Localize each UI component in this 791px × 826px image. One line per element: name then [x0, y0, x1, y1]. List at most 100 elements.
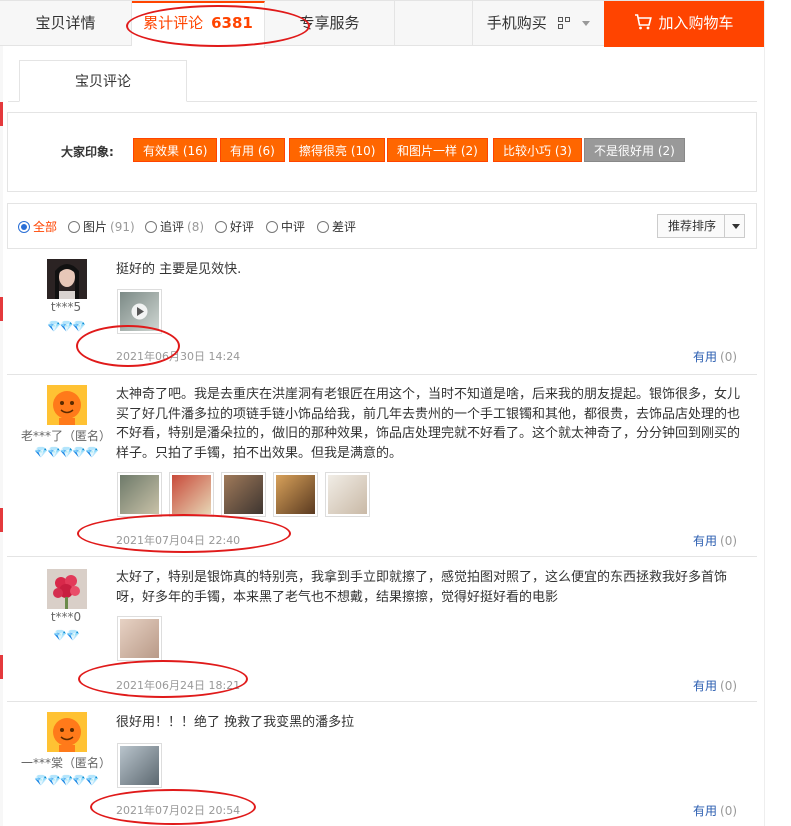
- filter-pics-count: (91): [110, 220, 135, 234]
- filter-append-count: (8): [187, 220, 205, 234]
- review-date: 2021年06月30日 14:24: [116, 350, 241, 363]
- useful-label: 有用: [693, 350, 718, 364]
- radio-icon: [68, 221, 80, 233]
- review-photos: [117, 743, 169, 792]
- review-item: t***0 💎💎 太好了，特别是银饰真的特别亮，我拿到手立即就擦了，感觉拍图对照…: [7, 557, 757, 702]
- tab-item-details[interactable]: 宝贝详情: [0, 1, 132, 46]
- filter-pics-radio[interactable]: 图片 (91): [68, 218, 135, 235]
- filter-mid-radio[interactable]: 中评: [266, 218, 305, 235]
- add-to-cart-label: 加入购物车: [658, 14, 734, 32]
- impression-tag[interactable]: 比较小巧 (3): [493, 138, 582, 162]
- radio-icon: [317, 221, 329, 233]
- default-avatar-icon: [47, 385, 87, 425]
- qr-code-icon: [557, 17, 570, 29]
- page-right-margin: [764, 0, 791, 826]
- useful-label: 有用: [693, 534, 718, 548]
- review-text: 太神奇了吧。我是去重庆在洪崖洞有老银匠在用这个，当时不知道是啥，后来我的朋友提起…: [116, 387, 741, 461]
- useful-count: (0): [720, 679, 738, 693]
- reviewer-nickname: t***0: [50, 610, 82, 624]
- review-photo-thumbnail[interactable]: [273, 472, 318, 517]
- review-photos: [117, 616, 169, 665]
- filter-bad-radio[interactable]: 差评: [317, 218, 356, 235]
- impressions-panel: 大家印象: 有效果 (16) 有用 (6) 擦得很亮 (10) 和图片一样 (2…: [7, 112, 757, 192]
- filter-append-radio[interactable]: 追评 (8): [145, 218, 204, 235]
- impressions-label: 大家印象:: [61, 145, 114, 159]
- review-date: 2021年07月04日 22:40: [116, 534, 241, 547]
- impression-tag-negative[interactable]: 不是很好用 (2): [584, 138, 685, 162]
- useful-count: (0): [720, 350, 738, 364]
- useful-button[interactable]: 有用 (0): [693, 532, 737, 549]
- review-photo-thumbnail[interactable]: [221, 472, 266, 517]
- filter-pics-label: 图片: [83, 220, 108, 234]
- useful-label: 有用: [693, 804, 718, 818]
- review-subtab-row: 宝贝评论: [8, 60, 757, 102]
- review-item: 老***了（匿名） 💎💎💎💎💎 太神奇了吧。我是去重庆在洪崖洞有老银匠在用这个，…: [7, 375, 757, 557]
- useful-button[interactable]: 有用 (0): [693, 677, 737, 694]
- sort-label: 推荐排序: [668, 219, 717, 233]
- avatar-photo: [47, 259, 87, 299]
- review-count: 6381: [211, 14, 253, 32]
- review-date: 2021年06月24日 18:21: [116, 679, 241, 692]
- useful-count: (0): [720, 534, 738, 548]
- review-photo-thumbnail[interactable]: [117, 472, 162, 517]
- reviewer-nickname: t***5: [50, 300, 82, 314]
- useful-count: (0): [720, 804, 738, 818]
- review-video-thumbnail[interactable]: [117, 289, 162, 334]
- add-to-cart-button[interactable]: 加入购物车: [604, 1, 764, 47]
- avatar-photo: [47, 569, 87, 609]
- review-photo-thumbnail[interactable]: [117, 616, 162, 661]
- review-date: 2021年07月02日 20:54: [116, 804, 241, 817]
- review-photos: [117, 289, 169, 335]
- default-avatar-icon: [47, 712, 87, 752]
- mobile-buy-label: 手机购买: [486, 14, 547, 32]
- cart-icon: [635, 14, 653, 30]
- filter-good-radio[interactable]: 好评: [215, 218, 254, 235]
- avatar: [47, 569, 87, 609]
- tab-reviews[interactable]: 累计评论 6381: [132, 1, 265, 48]
- radio-icon: [215, 221, 227, 233]
- avatar: [47, 385, 87, 425]
- avatar: [47, 712, 87, 752]
- review-item: 一***棠（匿名） 💎💎💎💎💎 很好用！！！绝了 挽救了我变黑的潘多拉 2021…: [7, 702, 757, 826]
- filter-mid-label: 中评: [281, 220, 306, 234]
- filter-append-label: 追评: [160, 220, 185, 234]
- chevron-down-icon: [582, 21, 591, 26]
- review-photo-thumbnail[interactable]: [117, 743, 162, 788]
- sort-dropdown[interactable]: 推荐排序: [657, 214, 745, 238]
- reviewer-level-gems: 💎💎💎💎💎: [34, 446, 98, 459]
- mobile-buy-button[interactable]: 手机购买: [472, 1, 604, 46]
- reviewer-level-gems: 💎💎💎💎💎: [34, 774, 98, 787]
- useful-label: 有用: [693, 679, 718, 693]
- reviewer-nickname: 一***棠（匿名）: [20, 756, 111, 770]
- impression-tag[interactable]: 有用 (6): [220, 138, 285, 162]
- tab-item-reviews[interactable]: 宝贝评论: [19, 60, 187, 102]
- filter-good-label: 好评: [230, 220, 255, 234]
- review-photos: [117, 472, 377, 521]
- play-icon: [131, 303, 148, 320]
- impression-tag[interactable]: 和图片一样 (2): [387, 138, 488, 162]
- tab-service[interactable]: 专享服务: [265, 1, 395, 46]
- divider: [724, 215, 725, 237]
- filter-all-radio[interactable]: 全部: [18, 218, 57, 235]
- radio-icon: [266, 221, 278, 233]
- chevron-down-icon: [732, 224, 740, 229]
- useful-button[interactable]: 有用 (0): [693, 348, 737, 365]
- review-text: 太好了，特别是银饰真的特别亮，我拿到手立即就擦了，感觉拍图对照了，这么便宜的东西…: [116, 570, 728, 605]
- review-photo-thumbnail[interactable]: [325, 472, 370, 517]
- filter-bad-label: 差评: [332, 220, 357, 234]
- filter-all-label: 全部: [33, 220, 58, 234]
- reviewer-level-gems: 💎💎: [53, 629, 79, 642]
- review-item: t***5 💎💎💎 挺好的 主要是见效快. 2021年06月30日 14:24 …: [7, 249, 757, 375]
- impression-tag[interactable]: 擦得很亮 (10): [289, 138, 386, 162]
- radio-icon: [145, 221, 157, 233]
- review-text: 很好用！！！绝了 挽救了我变黑的潘多拉: [116, 715, 355, 730]
- avatar: [47, 259, 87, 299]
- useful-button[interactable]: 有用 (0): [693, 802, 737, 819]
- review-filter-bar: 全部 图片 (91) 追评 (8) 好评 中评 差评 推荐排序: [7, 203, 757, 249]
- review-text: 挺好的 主要是见效快.: [116, 262, 242, 277]
- reviewer-nickname: 老***了（匿名）: [20, 429, 111, 443]
- review-photo-thumbnail[interactable]: [169, 472, 214, 517]
- reviewer-level-gems: 💎💎💎: [46, 320, 86, 333]
- impression-tag[interactable]: 有效果 (16): [133, 138, 218, 162]
- detail-tab-bar: 宝贝详情 累计评论 6381 专享服务 手机购买 加入购物车: [0, 0, 764, 48]
